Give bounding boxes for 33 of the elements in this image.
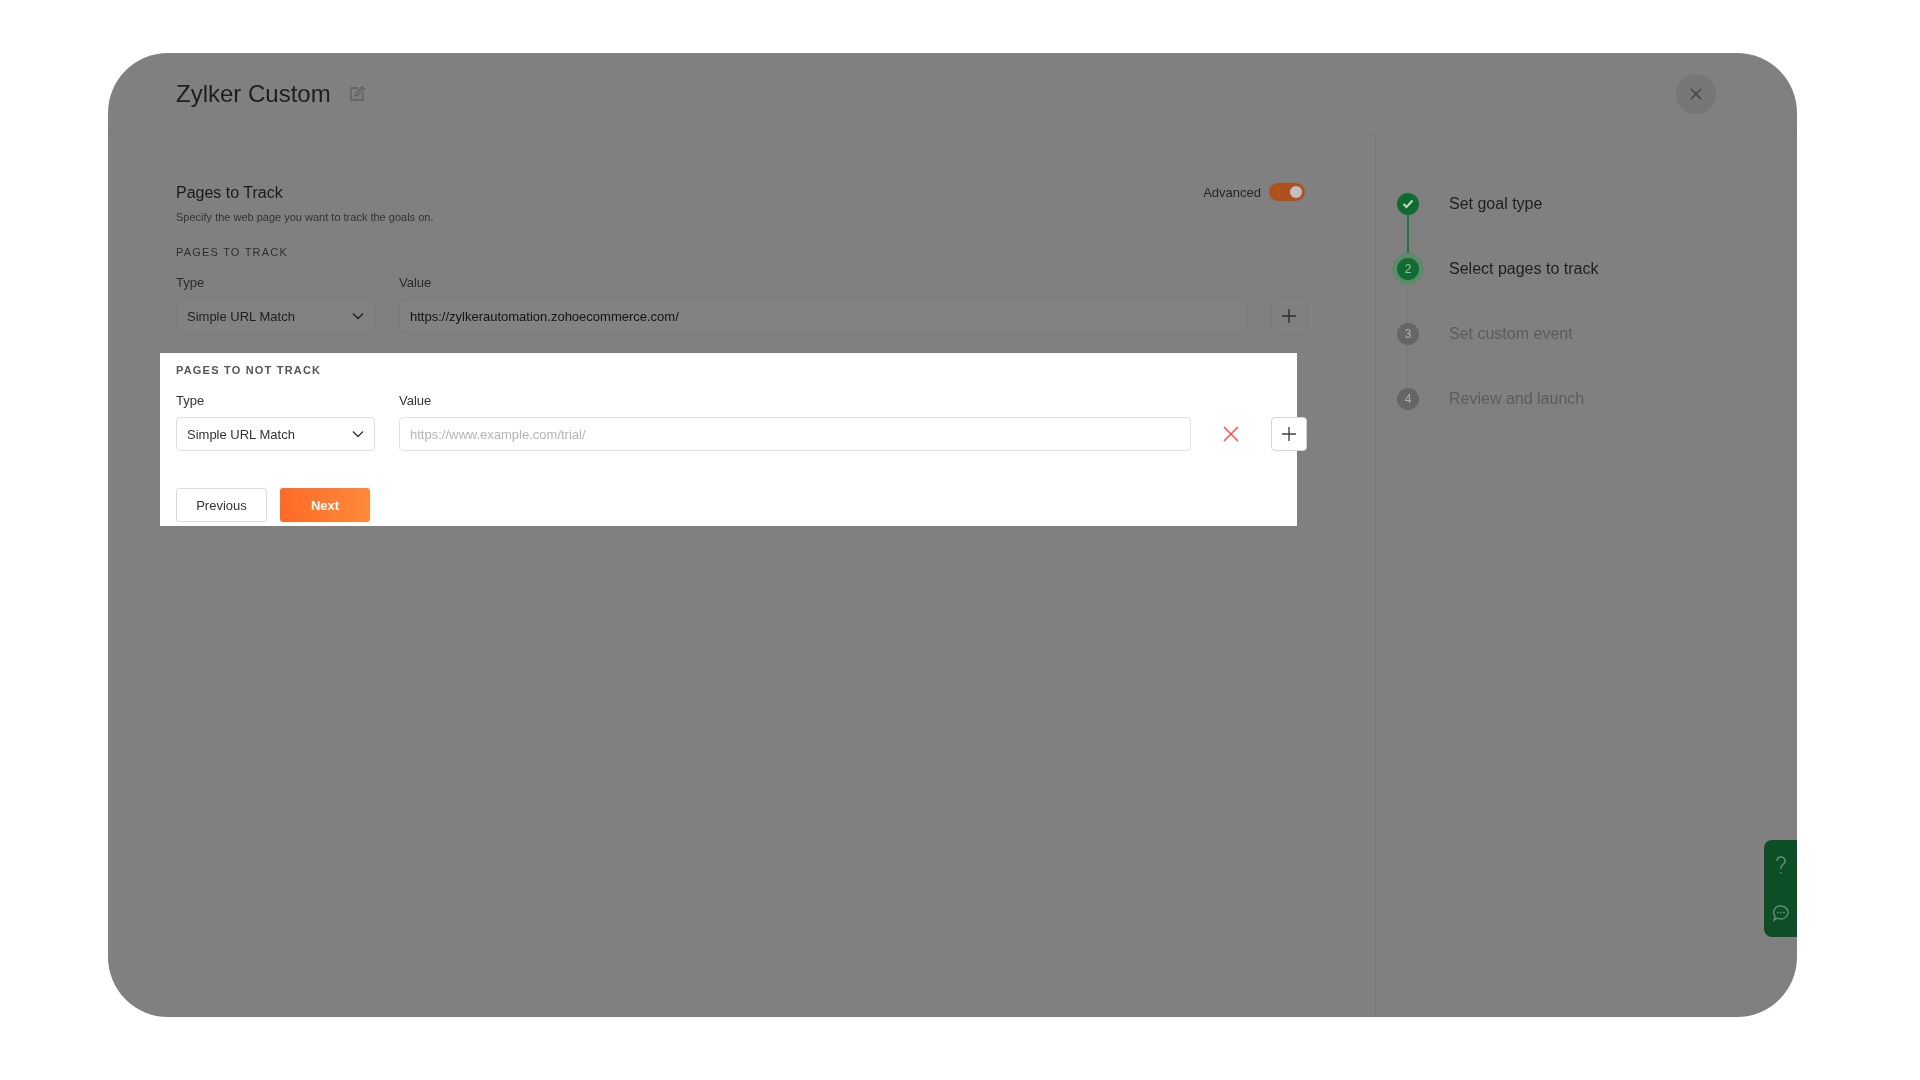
field-label: Type (176, 393, 206, 409)
plus-icon (1282, 427, 1296, 441)
add-button[interactable] (1271, 299, 1307, 333)
step-label[interactable]: Select pages to track (1449, 260, 1599, 278)
next-button[interactable]: Next (280, 488, 370, 522)
section-subtitle: Specify the web page you want to track the goals on. (176, 211, 434, 223)
step-label[interactable]: Set goal type (1449, 195, 1543, 213)
value-field[interactable]: https://www.example.com/trial/ (399, 417, 1191, 451)
previous-button[interactable]: Previous (176, 488, 267, 522)
advanced-toggle[interactable] (1269, 183, 1305, 201)
chevron-icon (352, 430, 364, 438)
close-icon (1223, 426, 1239, 442)
chevron-icon (352, 312, 364, 320)
chat-icon[interactable] (1771, 904, 1790, 923)
window-title: Zylker Custom (176, 79, 331, 108)
field-label: Type (176, 275, 206, 291)
help-icon[interactable] (1773, 854, 1788, 875)
step-marker: 4 (1397, 388, 1419, 410)
value-field[interactable]: https://zylkerautomation.zohoecommerce.com/ (399, 299, 1247, 333)
toggle-label: Advanced (1203, 184, 1261, 200)
close-icon (1689, 86, 1703, 101)
edit-icon[interactable] (348, 85, 365, 102)
type-dropdown[interactable]: Simple URL Match (176, 299, 375, 333)
close-button[interactable] (1676, 73, 1716, 114)
check-icon (1402, 199, 1414, 209)
group-heading: PAGES TO NOT TRACK (176, 363, 323, 377)
field-label: Value (399, 393, 432, 409)
group-heading: PAGES TO TRACK (176, 245, 289, 259)
type-dropdown[interactable]: Simple URL Match (176, 417, 375, 451)
step-marker: 3 (1397, 323, 1419, 345)
field-label: Value (399, 275, 432, 291)
section-title: Pages to Track (176, 183, 284, 203)
plus-icon (1282, 309, 1296, 323)
